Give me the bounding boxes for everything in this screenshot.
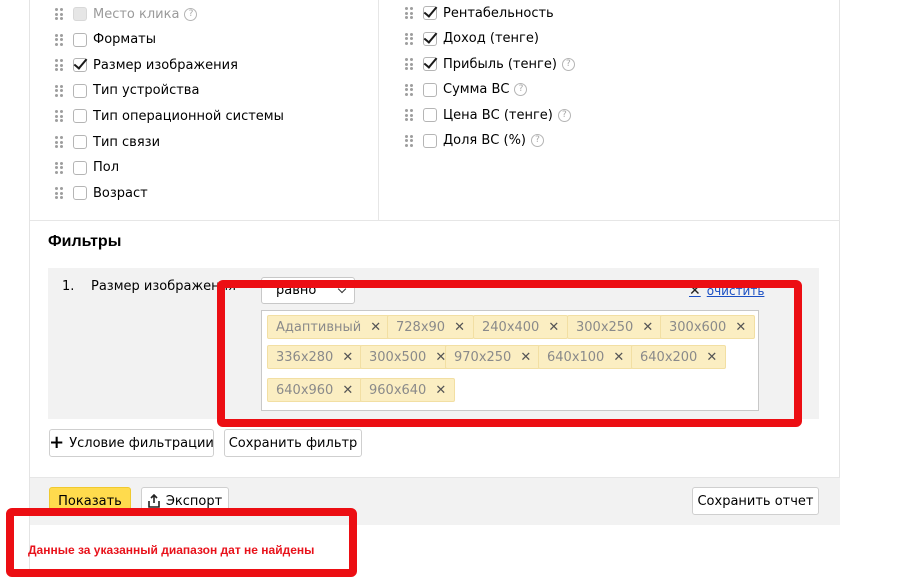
- filter-row-number: 1.: [62, 279, 75, 294]
- column-option-label: Сумма ВС: [443, 82, 510, 97]
- column-option-row: Прибыль (тенге)?: [405, 54, 575, 74]
- column-option-row: Тип связи: [55, 132, 160, 152]
- column-option-row: Тип операционной системы: [55, 106, 284, 126]
- column-option-row: Место клика?: [55, 4, 198, 24]
- drag-handle-icon[interactable]: [405, 109, 415, 121]
- column-option-label: Размер изображения: [93, 57, 238, 73]
- drag-handle-icon[interactable]: [55, 8, 65, 20]
- drag-handle-icon[interactable]: [55, 136, 65, 148]
- column-option-label: Прибыль (тенге): [443, 56, 557, 72]
- drag-handle-icon[interactable]: [405, 32, 415, 45]
- column-option-checkbox[interactable]: [423, 82, 437, 97]
- column-option-row: Рентабельность: [405, 3, 554, 23]
- column-option-checkbox[interactable]: [73, 58, 87, 73]
- column-option-label: Тип операционной системы: [93, 108, 284, 124]
- column-option-checkbox[interactable]: [73, 109, 87, 124]
- drag-handle-icon[interactable]: [55, 187, 65, 200]
- column-option-checkbox[interactable]: [423, 108, 437, 122]
- column-option-label: Рентабельность: [443, 5, 554, 21]
- column-divider: [378, 0, 379, 220]
- drag-handle-icon[interactable]: [405, 7, 415, 19]
- column-option-checkbox[interactable]: [73, 135, 87, 149]
- column-option-checkbox[interactable]: [73, 83, 87, 98]
- save-report-button[interactable]: Сохранить отчет: [692, 487, 819, 515]
- filter-field-name: Размер изображения: [91, 279, 236, 294]
- column-option-label: Доля ВС (%): [443, 133, 526, 148]
- export-icon: [148, 494, 160, 508]
- column-option-row: Размер изображения: [55, 55, 238, 75]
- column-option-checkbox[interactable]: [73, 160, 87, 175]
- drag-handle-icon[interactable]: [55, 161, 65, 174]
- add-condition-label: Условие фильтрации: [69, 435, 214, 451]
- column-option-row: Возраст: [55, 183, 148, 203]
- column-option-row: Форматы: [55, 30, 156, 50]
- column-option-checkbox[interactable]: [73, 32, 87, 47]
- column-option-checkbox[interactable]: [423, 6, 437, 20]
- help-icon[interactable]: ?: [561, 57, 575, 71]
- help-icon[interactable]: ?: [557, 108, 571, 122]
- column-option-row: Доход (тенге): [405, 29, 539, 49]
- column-option-label: Тип устройства: [93, 83, 200, 99]
- drag-handle-icon[interactable]: [55, 33, 65, 46]
- section-divider: [30, 220, 840, 221]
- column-option-checkbox[interactable]: [423, 133, 437, 148]
- drag-handle-icon[interactable]: [55, 84, 65, 97]
- drag-handle-icon[interactable]: [405, 58, 415, 70]
- column-option-checkbox: [73, 7, 87, 21]
- column-option-row: Тип устройства: [55, 81, 199, 101]
- export-label: Экспорт: [165, 493, 223, 509]
- column-option-checkbox[interactable]: [423, 57, 437, 71]
- highlight-frame-error: [6, 508, 357, 577]
- save-report-label: Сохранить отчет: [697, 493, 814, 509]
- drag-handle-icon[interactable]: [55, 110, 65, 123]
- drag-handle-icon[interactable]: [405, 83, 415, 96]
- help-icon[interactable]: ?: [514, 83, 528, 96]
- add-condition-button[interactable]: + Условие фильтрации: [49, 429, 214, 457]
- column-option-checkbox[interactable]: [73, 186, 87, 201]
- filters-title: Фильтры: [48, 233, 122, 250]
- save-filter-label: Сохранить фильтр: [228, 435, 358, 451]
- column-option-row: Доля ВС (%)?: [405, 131, 544, 151]
- plus-icon: +: [49, 432, 65, 453]
- help-icon[interactable]: ?: [184, 7, 198, 21]
- column-option-label: Форматы: [93, 32, 157, 48]
- column-option-label: Возраст: [93, 185, 148, 201]
- column-option-row: Цена ВС (тенге)?: [405, 105, 571, 125]
- column-option-row: Сумма ВС?: [405, 80, 528, 100]
- column-option-label: Тип связи: [93, 134, 161, 150]
- column-option-label: Пол: [93, 160, 120, 176]
- column-option-label: Цена ВС (тенге): [443, 107, 553, 123]
- column-option-label: Доход (тенге): [443, 31, 539, 46]
- column-option-row: Пол: [55, 158, 119, 178]
- show-label: Показать: [58, 493, 122, 509]
- page-gutter: [0, 0, 30, 577]
- drag-handle-icon[interactable]: [405, 134, 415, 147]
- column-option-label: Место клика: [93, 6, 180, 22]
- drag-handle-icon[interactable]: [55, 59, 65, 72]
- column-option-checkbox[interactable]: [423, 31, 437, 46]
- save-filter-button[interactable]: Сохранить фильтр: [224, 429, 362, 457]
- highlight-frame-filter-values: [217, 280, 802, 427]
- help-icon[interactable]: ?: [531, 134, 544, 147]
